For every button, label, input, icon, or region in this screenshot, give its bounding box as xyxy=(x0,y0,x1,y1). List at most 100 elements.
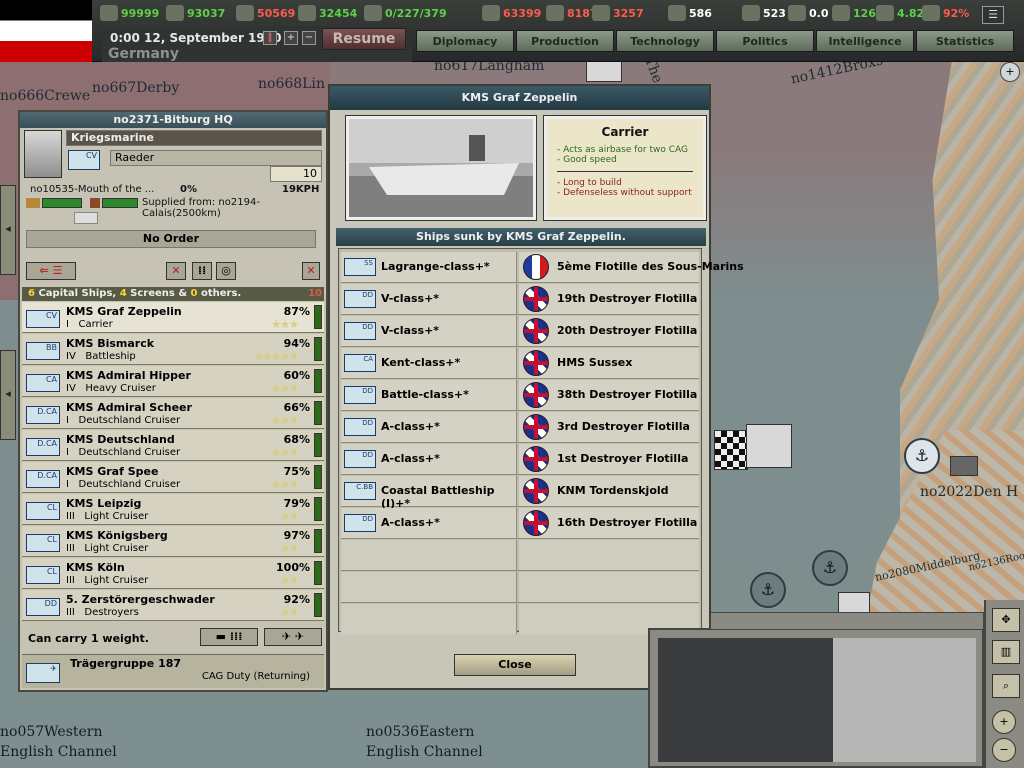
ship-row[interactable]: D.CA KMS Admiral Scheer I Deutschland Crui… xyxy=(22,398,324,429)
map-search-icon[interactable]: ⌕ xyxy=(992,674,1020,698)
naval-unit-counter[interactable] xyxy=(586,60,622,82)
resource-counter[interactable]: 32454 xyxy=(298,3,357,23)
province-label[interactable]: no666Crewe xyxy=(0,88,90,104)
hq-title: no2371-Bitburg HQ xyxy=(20,112,326,128)
port-anchor-icon[interactable]: ⚓ xyxy=(812,550,848,586)
fuel-bar xyxy=(102,198,138,208)
uk-flag-icon xyxy=(523,286,549,312)
victim-name: HMS Sussex xyxy=(557,356,633,369)
germany-flag[interactable] xyxy=(0,0,92,62)
uk-flag-icon xyxy=(523,446,549,472)
ship-type-icon: DD xyxy=(344,386,376,404)
ship-name: KMS Admiral Hipper xyxy=(66,369,191,382)
ship-row[interactable]: CL KMS Leipzig III Light Cruiser 79% ★★ xyxy=(22,494,324,525)
mapmode-bar[interactable] xyxy=(710,612,984,630)
ship-type: III Destroyers xyxy=(66,607,139,618)
ship-row[interactable]: D.CA KMS Graf Spee I Deutschland Cruiser 75… xyxy=(22,462,324,493)
ship-name: KMS Bismarck xyxy=(66,337,155,350)
air-units-icon[interactable]: ✈ ✈ xyxy=(264,628,322,646)
zoom-in-button[interactable]: + xyxy=(992,710,1016,734)
ship-row[interactable]: D.CA KMS Deutschland I Deutschland Cruiser… xyxy=(22,430,324,461)
tab-intelligence[interactable]: Intelligence xyxy=(816,30,914,52)
ship-name: KMS Admiral Scheer xyxy=(66,401,192,414)
ship-experience-stars: ★★★ xyxy=(271,478,299,491)
map-mode-icon[interactable]: ▥ xyxy=(992,640,1020,664)
sunk-row: C.BB Coastal Battleship (I)+* KNM Tordensk… xyxy=(341,475,699,510)
commander-portrait[interactable] xyxy=(24,130,62,178)
speed-up-button[interactable]: + xyxy=(284,31,298,45)
ship-row[interactable]: CL KMS Köln III Light Cruiser 100% ★★ xyxy=(22,558,324,589)
map-settings-icon[interactable]: ✥ xyxy=(992,608,1020,632)
naval-unit-counter[interactable] xyxy=(746,424,792,468)
zoom-out-button[interactable]: − xyxy=(992,738,1016,762)
uk-flag-icon xyxy=(523,350,549,376)
sea-zone-label[interactable]: no057Western xyxy=(0,724,103,740)
pause-icon[interactable]: ‖ xyxy=(263,31,277,45)
war-exhaustion-icon xyxy=(832,5,850,21)
close-button[interactable]: Close xyxy=(454,654,576,676)
unit-stack-counter[interactable] xyxy=(714,430,748,470)
sunk-victim-cell: 19th Destroyer Flotilla xyxy=(519,284,699,314)
tab-technology[interactable]: Technology xyxy=(616,30,714,52)
sunk-row: DD V-class+* 19th Destroyer Flotilla xyxy=(341,283,699,315)
ship-experience-stars: ★★ xyxy=(280,606,299,619)
formation-icon[interactable]: ⁞⁞ xyxy=(192,262,212,280)
resource-counter[interactable]: 0/227/379 xyxy=(364,3,447,23)
dialog-title: KMS Graf Zeppelin xyxy=(330,86,709,110)
collapse-left-button[interactable]: ◂ xyxy=(0,350,16,440)
cancel-icon[interactable]: ✕ xyxy=(166,262,186,280)
target-icon[interactable]: ◎ xyxy=(216,262,236,280)
collapse-left-button[interactable]: ◂ xyxy=(0,185,16,275)
tab-politics[interactable]: Politics xyxy=(716,30,814,52)
unit-panel: no2371-Bitburg HQ Kriegsmarine CV Raeder… xyxy=(18,110,328,692)
ship-row[interactable]: CA KMS Admiral Hipper IV Heavy Cruiser 60% ★… xyxy=(22,366,324,397)
province-label[interactable]: no2022Den H xyxy=(920,484,1018,500)
dissent-icon xyxy=(788,5,806,21)
resource-counter[interactable]: 92% xyxy=(922,3,969,23)
fuel-icon xyxy=(546,5,564,21)
ship-row[interactable]: CL KMS Königsberg III Light Cruiser 97% ★★ xyxy=(22,526,324,557)
resource-counter[interactable]: 99999 xyxy=(100,3,159,23)
ship-row[interactable]: BB KMS Bismarck IV Battleship 94% ★★★★★ xyxy=(22,334,324,365)
commander-name[interactable]: Raeder xyxy=(110,150,322,166)
zoom-plus-icon[interactable]: + xyxy=(1000,62,1020,82)
ship-type-icon: D.CA xyxy=(26,438,60,456)
tab-statistics[interactable]: Statistics xyxy=(916,30,1014,52)
resource-counter[interactable]: 50569 xyxy=(236,3,295,23)
sunk-victim-cell: 16th Destroyer Flotilla xyxy=(519,508,699,538)
army-unit-counter[interactable] xyxy=(950,456,978,476)
map-tools: ✥ ▥ ⌕ + − xyxy=(984,600,1024,768)
resource-counter[interactable]: 586 xyxy=(668,3,712,23)
resource-counter[interactable]: 3257 xyxy=(592,3,644,23)
menu-icon[interactable]: ☰ xyxy=(982,6,1004,24)
oil-icon xyxy=(298,5,316,21)
resource-counter[interactable]: 93037 xyxy=(166,3,225,23)
ship-row[interactable]: CV KMS Graf Zeppelin I Carrier 87% ★★★ xyxy=(22,302,324,333)
sunk-class-cell: DD V-class+* xyxy=(341,316,517,346)
empty-cell xyxy=(341,540,517,570)
order-status[interactable]: No Order xyxy=(26,230,316,248)
resource-counter[interactable]: 0.0 xyxy=(788,3,829,23)
tab-production[interactable]: Production xyxy=(516,30,614,52)
ship-strength: 92% xyxy=(283,593,310,606)
tab-diplomacy[interactable]: Diplomacy xyxy=(416,30,514,52)
port-anchor-icon[interactable]: ⚓ xyxy=(904,438,940,474)
ship-type: I Carrier xyxy=(66,319,113,330)
land-units-icon[interactable]: ▬ ⁞⁞⁞ xyxy=(200,628,258,646)
ship-row[interactable]: DD 5. Zerstörergeschwader III Destroyers 92… xyxy=(22,590,324,621)
resource-counter[interactable]: 63399 xyxy=(482,3,541,23)
sea-zone-label[interactable]: no0536Eastern xyxy=(366,724,474,740)
resource-counter[interactable]: 523 xyxy=(742,3,786,23)
speed-down-button[interactable]: − xyxy=(302,31,316,45)
disband-icon[interactable]: ✕ xyxy=(302,262,320,280)
cag-row[interactable]: ✈ Trägergruppe 187 CAG Duty (Returning) xyxy=(22,654,324,688)
back-arrow-button[interactable]: ⇐ ☰ xyxy=(26,262,76,280)
ship-type-icon: D.CA xyxy=(26,406,60,424)
empty-cell xyxy=(341,604,517,634)
province-label[interactable]: no667Derby xyxy=(92,80,179,96)
minimap[interactable] xyxy=(648,628,984,768)
province-label[interactable]: no668Lin xyxy=(258,76,325,92)
resource-counter[interactable]: 4.82 xyxy=(876,3,924,23)
port-anchor-icon[interactable]: ⚓ xyxy=(750,572,786,608)
resume-button[interactable]: Resume xyxy=(322,28,406,50)
